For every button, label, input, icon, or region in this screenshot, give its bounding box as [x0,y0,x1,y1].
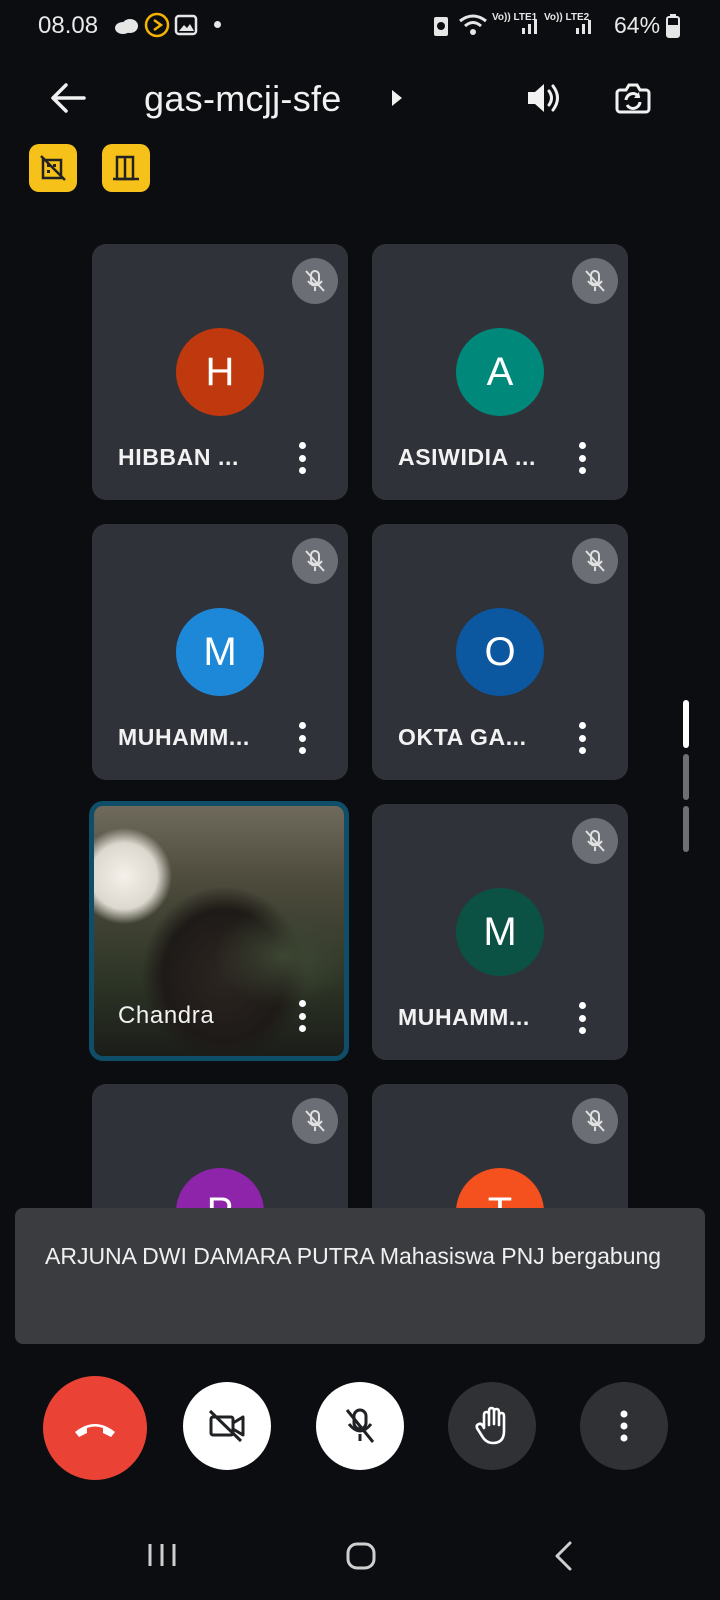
end-call-button[interactable] [43,1376,147,1480]
mic-off-icon [585,1110,605,1132]
participant-name: ASIWIDIA ... [398,444,536,470]
mic-muted-indicator [292,538,338,584]
participant-tile[interactable]: M MUHAMM... [92,524,348,780]
mic-muted-indicator [572,1098,618,1144]
participant-name: MUHAMM... [118,724,250,750]
participant-tile[interactable]: T [372,1084,628,1210]
mic-muted-indicator [572,538,618,584]
mic-off-icon [305,270,325,292]
more-vert-icon[interactable] [296,438,308,478]
avatar: M [176,608,264,696]
participant-name: Chandra [118,1002,215,1029]
avatar: H [176,328,264,416]
more-vert-icon [620,1410,628,1442]
mic-toggle-button[interactable] [316,1382,404,1470]
more-vert-icon[interactable] [296,718,308,758]
mic-off-icon [585,830,605,852]
more-options-button[interactable] [580,1382,668,1470]
participant-name: HIBBAN ... [118,444,239,470]
mic-off-icon [585,550,605,572]
mic-muted-indicator [572,818,618,864]
participant-tile[interactable]: A ASIWIDIA ... [372,244,628,500]
avatar: P [176,1168,264,1210]
hang-up-icon [75,1424,115,1437]
home-icon[interactable] [344,1540,378,1572]
avatar: A [456,328,544,416]
mic-off-icon [305,550,325,572]
avatar: T [456,1168,544,1210]
mic-muted-indicator [292,1098,338,1144]
more-vert-icon[interactable] [576,718,588,758]
more-vert-icon[interactable] [576,998,588,1038]
more-vert-icon[interactable] [576,438,588,478]
participant-grid: H HIBBAN ... A ASIWIDIA ... M MUHAMM... … [0,0,720,1210]
avatar: O [456,608,544,696]
scroll-indicator-active[interactable] [683,700,689,748]
mic-muted-indicator [572,258,618,304]
back-chevron-icon[interactable] [552,1540,576,1572]
hand-icon [475,1406,506,1445]
notification-text: ARJUNA DWI DAMARA PUTRA Mahasiswa PNJ be… [45,1243,662,1269]
participant-name: OKTA GA... [398,724,527,750]
participant-tile-video[interactable]: Chandra [89,801,349,1061]
scroll-indicator [683,754,689,800]
mic-off-icon [305,1110,325,1132]
participant-tile[interactable]: P [92,1084,348,1210]
participant-tile[interactable]: H HIBBAN ... [92,244,348,500]
participant-name: MUHAMM... [398,1004,530,1030]
mic-muted-indicator [292,258,338,304]
scroll-indicator [683,806,689,852]
recent-apps-icon[interactable] [146,1540,178,1570]
mic-off-icon [585,270,605,292]
camera-toggle-button[interactable] [183,1382,271,1470]
mic-off-icon [345,1408,375,1443]
participant-tile[interactable]: M MUHAMM... [372,804,628,1060]
avatar: M [456,888,544,976]
participant-tile[interactable]: O OKTA GA... [372,524,628,780]
more-vert-icon[interactable] [296,996,308,1036]
raise-hand-button[interactable] [448,1382,536,1470]
join-notification: ARJUNA DWI DAMARA PUTRA Mahasiswa PNJ be… [15,1208,705,1344]
video-off-icon [208,1409,245,1443]
